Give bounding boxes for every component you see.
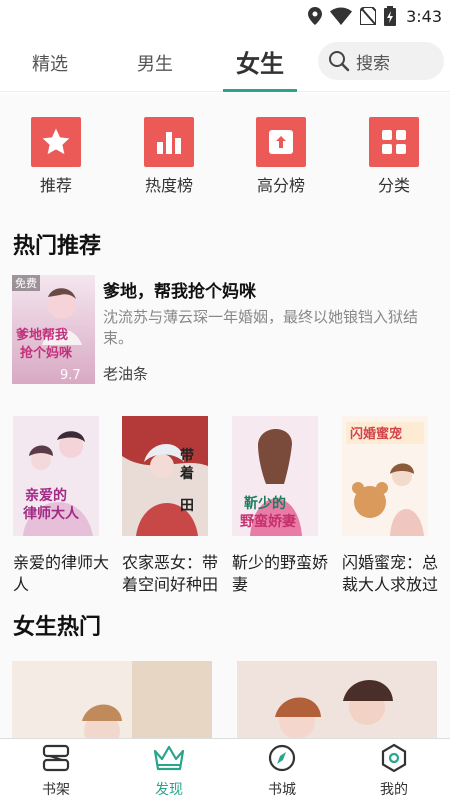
bottom-tab-label: 书城 [268, 782, 296, 798]
cover-title-2: 抢个妈咪 [20, 345, 73, 361]
bottom-tab-discover[interactable]: 发现 [139, 743, 199, 799]
battery-charging-icon [384, 6, 397, 26]
book-item[interactable]: 靳少的 野蛮娇妻 靳少的野蛮娇妻 [232, 416, 328, 600]
no-sim-icon [360, 7, 377, 25]
cover-score: 9.7 [60, 368, 81, 383]
svg-text:田: 田 [180, 498, 194, 514]
search-bar[interactable]: 搜索 [318, 42, 444, 80]
cover-title: 爹地帮我 [15, 327, 68, 343]
quick-link-label: 分类 [377, 176, 410, 195]
svg-text:着: 着 [179, 465, 194, 482]
bottom-nav: 书架 发现 书城 我的 [0, 738, 450, 800]
quick-link-label: 推荐 [39, 176, 72, 195]
bar-chart-icon [157, 132, 181, 154]
search-icon [329, 51, 350, 72]
quick-link-label: 高分榜 [256, 176, 305, 195]
quick-icon-box [144, 117, 194, 167]
featured-book-cover[interactable]: 免费 爹地帮我 抢个妈咪 9.7 [12, 275, 95, 384]
tab-male[interactable]: 男生 [137, 50, 173, 76]
svg-text:亲爱的: 亲爱的 [25, 487, 67, 504]
book-item[interactable]: 闪婚蜜宠 闪婚蜜宠：总裁大人求放过 [342, 416, 438, 600]
svg-text:闪婚蜜宠: 闪婚蜜宠 [350, 426, 402, 442]
bottom-tab-label: 书架 [42, 782, 70, 798]
quick-icon-box [256, 117, 306, 167]
featured-book-author: 老油条 [103, 365, 149, 383]
section-title-female-hot: 女生热门 [13, 615, 102, 640]
search-label: 搜索 [356, 53, 390, 74]
book-item[interactable]: 带 着 田 农家恶女：带着空间好种田 [122, 416, 218, 600]
book-title: 亲爱的律师大人 [13, 553, 109, 594]
book-title: 农家恶女：带着空间好种田 [122, 553, 218, 594]
compass-icon [268, 744, 296, 772]
book-cover: 带 着 田 [122, 416, 208, 536]
book-title: 闪婚蜜宠：总裁大人求放过 [342, 553, 438, 594]
hot-book-banner[interactable] [237, 661, 437, 738]
quick-link-recommend[interactable]: 推荐 [11, 117, 101, 196]
svg-text:野蛮娇妻: 野蛮娇妻 [240, 513, 296, 530]
crown-icon [153, 745, 185, 771]
quick-link-label: 热度榜 [144, 176, 193, 195]
bottom-tab-me[interactable]: 我的 [364, 743, 424, 799]
quick-link-popularity[interactable]: 热度榜 [124, 117, 214, 196]
bottom-tab-label: 我的 [380, 782, 408, 798]
quick-link-categories[interactable]: 分类 [349, 117, 439, 196]
discover-content: 推荐 热度榜 高分榜 分类 热门推荐 免费 爹地帮我 抢个妈咪 9.7 爹地，帮… [0, 93, 450, 738]
star-icon [42, 128, 70, 155]
book-cover: 靳少的 野蛮娇妻 [232, 416, 318, 536]
grid-icon [382, 130, 406, 154]
tab-selected[interactable]: 精选 [32, 50, 68, 76]
featured-book-title[interactable]: 爹地，帮我抢个妈咪 [103, 277, 256, 302]
book-cover: 亲爱的 律师大人 [13, 416, 99, 536]
bottom-tab-bookstore[interactable]: 书城 [252, 743, 312, 799]
featured-book-description: 沈流苏与薄云琛一年婚姻，最终以她锒铛入狱结束。 [103, 308, 419, 347]
hot-book-banner[interactable] [12, 661, 212, 738]
book-title: 靳少的野蛮娇妻 [232, 553, 328, 594]
quick-icon-box [31, 117, 81, 167]
book-cover: 闪婚蜜宠 [342, 416, 428, 536]
status-time: 3:43 [406, 6, 442, 26]
wifi-icon [330, 7, 353, 25]
status-bar: 3:43 [0, 0, 450, 34]
quick-icon-box [369, 117, 419, 167]
svg-text:带: 带 [180, 448, 194, 464]
svg-text:靳少的: 靳少的 [244, 495, 286, 512]
section-title-hot-recommend: 热门推荐 [13, 234, 102, 259]
active-tab-indicator [223, 89, 297, 92]
bookshelf-icon [42, 744, 70, 772]
hexagon-icon [381, 743, 407, 773]
status-icons: 3:43 [308, 5, 442, 27]
arrow-up-icon [269, 130, 293, 154]
tab-female[interactable]: 女生 [236, 44, 284, 79]
quick-link-top-rated[interactable]: 高分榜 [236, 117, 326, 196]
location-icon [308, 7, 323, 25]
free-badge: 免费 [15, 276, 37, 290]
bottom-tab-label: 发现 [155, 782, 183, 798]
svg-text:律师大人: 律师大人 [23, 505, 80, 522]
book-item[interactable]: 亲爱的 律师大人 亲爱的律师大人 [13, 416, 109, 600]
bottom-tab-bookshelf[interactable]: 书架 [26, 743, 86, 799]
